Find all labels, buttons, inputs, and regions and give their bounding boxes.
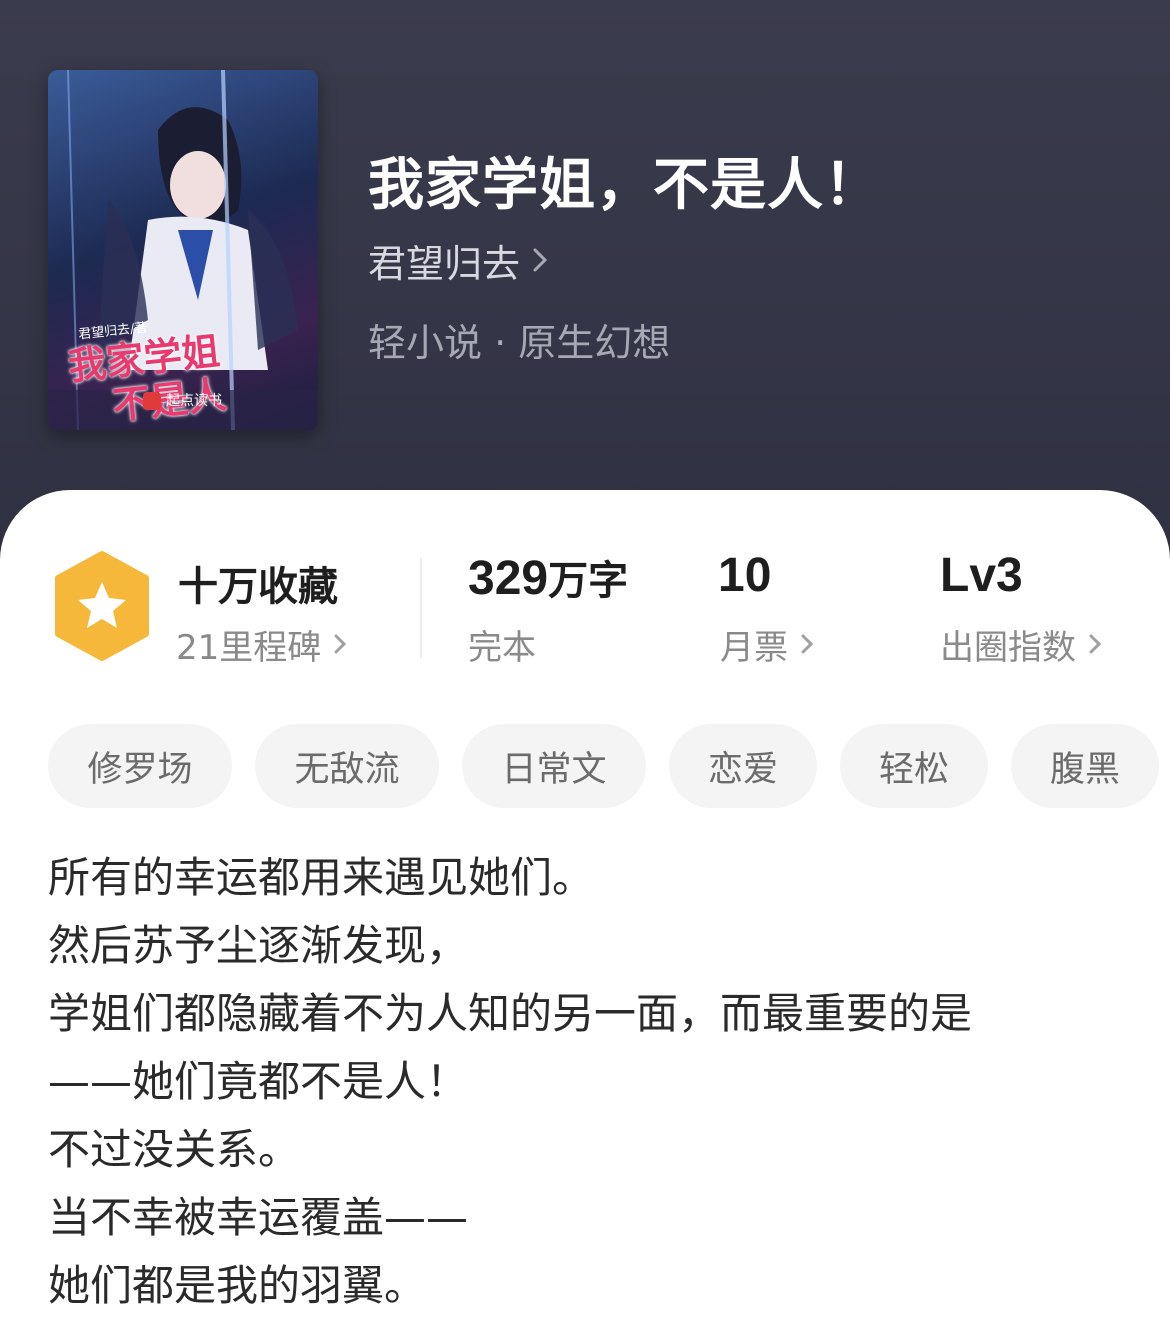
- chevron-right-icon: [1088, 625, 1102, 665]
- book-cover[interactable]: 君望归去/著 我家学姐 不是人 起点读书: [48, 70, 318, 430]
- synopsis-line: 当不幸被幸运覆盖——: [48, 1193, 469, 1242]
- book-synopsis: 所有的幸运都用来遇见她们。 然后苏予尘逐渐发现， 学姐们都隐藏着不为人知的另一面…: [48, 850, 1138, 1326]
- stats-divider: [420, 558, 422, 658]
- word-count-unit: 万字: [548, 558, 629, 604]
- collection-badge-icon: [52, 550, 152, 662]
- author-name: 君望归去: [368, 242, 521, 286]
- tag-chip[interactable]: 腹黑: [1011, 724, 1159, 808]
- monthly-tickets-count: 10: [718, 549, 772, 602]
- tag-list: 修罗场 无敌流 日常文 恋爱 轻松 腹黑: [48, 724, 1170, 810]
- synopsis-line: 她们都是我的羽翼。: [48, 1261, 427, 1310]
- synopsis-line: 学姐们都隐藏着不为人知的另一面，而最重要的是: [48, 989, 973, 1038]
- tag-chip[interactable]: 日常文: [462, 724, 646, 808]
- popularity-index-link[interactable]: 出圈指数: [940, 620, 1102, 669]
- synopsis-line: 所有的幸运都用来遇见她们。: [48, 853, 595, 902]
- milestone-link[interactable]: 21里程碑: [176, 620, 347, 669]
- collection-count: 十万收藏: [178, 564, 338, 610]
- tag-chip[interactable]: 恋爱: [669, 724, 817, 808]
- chevron-right-icon: [333, 625, 347, 665]
- tag-chip[interactable]: 轻松: [840, 724, 988, 808]
- tag-chip[interactable]: 修罗场: [48, 724, 232, 808]
- book-category: 轻小说 · 原生幻想: [368, 321, 671, 365]
- book-title: 我家学姐，不是人！: [368, 153, 881, 218]
- milestone-label: 21里程碑: [176, 628, 322, 668]
- monthly-tickets-label: 月票: [720, 628, 788, 668]
- synopsis-line: 然后苏予尘逐渐发现，: [48, 921, 469, 970]
- tag-chip[interactable]: 无敌流: [255, 724, 439, 808]
- chevron-right-icon: [800, 625, 814, 665]
- chevron-right-icon: [532, 239, 548, 283]
- popularity-level: Lv3: [940, 549, 1023, 602]
- synopsis-line: 不过没关系。: [48, 1125, 301, 1174]
- monthly-tickets-link[interactable]: 月票: [720, 620, 814, 669]
- book-header: 君望归去/著 我家学姐 不是人 起点读书 我家学姐，不是人！ 君望归去 轻小说 …: [0, 0, 1170, 560]
- popularity-index-label: 出圈指数: [940, 628, 1076, 668]
- word-count: 329万字: [468, 548, 628, 606]
- author-link[interactable]: 君望归去: [368, 233, 548, 288]
- book-status: 完本: [468, 628, 536, 668]
- cover-brand-text: 起点读书: [166, 393, 222, 409]
- brand-logo-icon: [143, 392, 161, 410]
- synopsis-line: ——她们竟都不是人！: [48, 1057, 469, 1106]
- cover-brand: 起点读书: [143, 390, 222, 410]
- word-count-number: 329: [468, 552, 549, 605]
